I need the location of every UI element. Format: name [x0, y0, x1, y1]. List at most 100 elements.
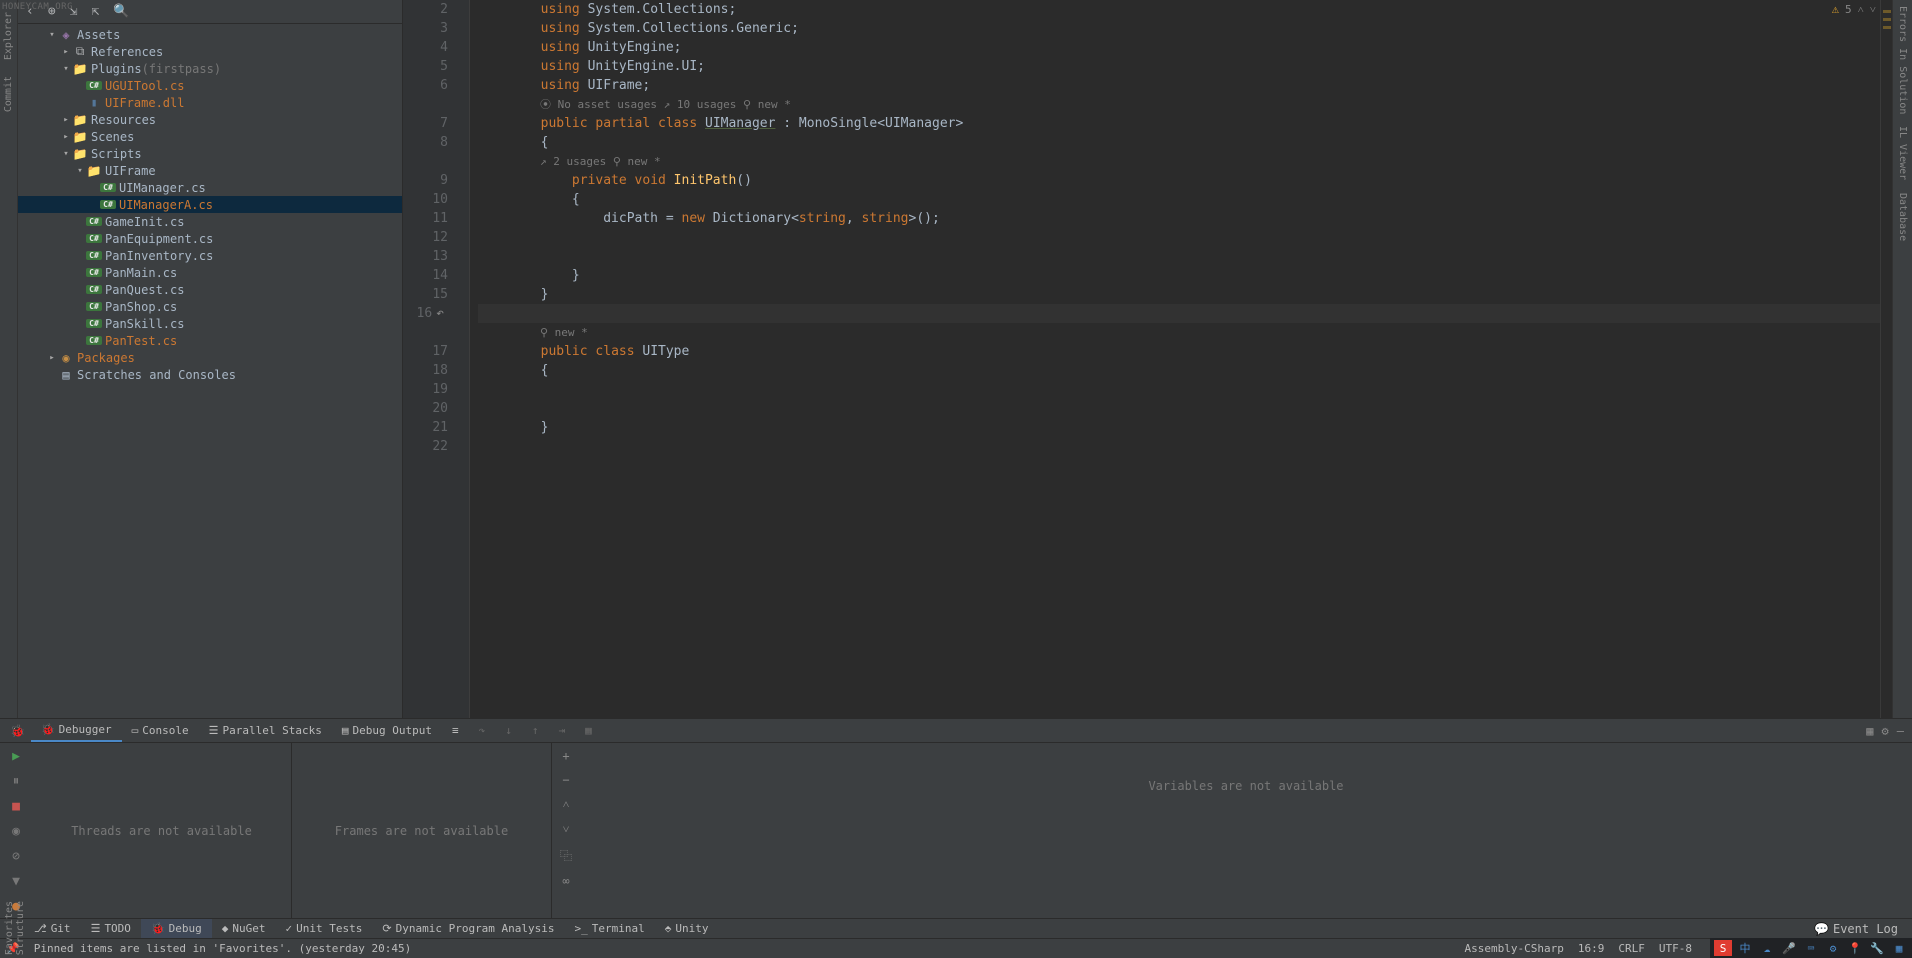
code-line[interactable]: { — [478, 190, 1880, 209]
stop-icon[interactable]: ■ — [12, 799, 20, 814]
tree-item[interactable]: ▸C#PanShop.cs — [18, 298, 402, 315]
rail-commit[interactable]: Commit — [3, 76, 14, 112]
tree-item[interactable]: ▸C#GameInit.cs — [18, 213, 402, 230]
tree-item[interactable]: ▾📁UIFrame — [18, 162, 402, 179]
rail-database[interactable]: Database — [1897, 193, 1908, 241]
tray-icon-gear[interactable]: ⚙ — [1824, 940, 1842, 956]
tree-item[interactable]: ▸C#PanMain.cs — [18, 264, 402, 281]
tray-icon-mic[interactable]: 🎤 — [1780, 940, 1798, 956]
tree-item[interactable]: ▸C#PanInventory.cs — [18, 247, 402, 264]
code-hint[interactable]: ↗ 2 usages ⚲ new * — [478, 152, 1880, 171]
step-over-icon[interactable]: ↷ — [469, 719, 496, 742]
step-out-icon[interactable]: ↑ — [522, 719, 549, 742]
step-into-icon[interactable]: ↓ — [495, 719, 522, 742]
remove-icon[interactable]: − — [562, 773, 569, 787]
toolwindow-button[interactable]: ✓Unit Tests — [276, 919, 373, 938]
tree-item[interactable]: ▾📁Scripts — [18, 145, 402, 162]
expand-icon[interactable]: ⇱ — [91, 4, 99, 19]
toolwindow-button[interactable]: ⎇Git — [24, 919, 81, 938]
toolwindow-button[interactable]: ☰TODO — [81, 919, 141, 938]
code-line[interactable]: using System.Collections; — [478, 0, 1880, 19]
status-position[interactable]: 16:9 — [1578, 942, 1605, 955]
mute-breakpoints-icon[interactable]: ⊘ — [12, 849, 20, 864]
tray-icon-pin[interactable]: 📍 — [1846, 940, 1864, 956]
tree-item[interactable]: ▸▮UIFrame.dll — [18, 94, 402, 111]
code-hint[interactable]: ⦿ No asset usages ↗ 10 usages ⚲ new * — [478, 95, 1880, 114]
tree-item[interactable]: ▸⧉References — [18, 43, 402, 60]
tree-arrow-icon[interactable]: ▾ — [74, 166, 86, 176]
code-line[interactable]: private void InitPath() — [478, 171, 1880, 190]
link-icon[interactable]: ∞ — [562, 874, 569, 888]
tray-icon-s[interactable]: S — [1714, 940, 1732, 956]
tree-item[interactable]: ▸▤Scratches and Consoles — [18, 366, 402, 383]
code-line[interactable]: } — [478, 266, 1880, 285]
debug-tab[interactable]: ☰Parallel Stacks — [199, 719, 332, 742]
code-line[interactable]: using UnityEngine.UI; — [478, 57, 1880, 76]
status-lineending[interactable]: CRLF — [1618, 942, 1645, 955]
tree-item[interactable]: ▸C#UIManager.cs — [18, 179, 402, 196]
code-area[interactable]: ⚠ 5 ˄ ˅ using System.Collections; using … — [470, 0, 1880, 718]
rail-explorer[interactable]: Explorer — [3, 12, 14, 60]
code-line[interactable]: dicPath = new Dictionary<string, string>… — [478, 209, 1880, 228]
code-line[interactable]: public class UIType — [478, 342, 1880, 361]
tray-icon-grid[interactable]: ▦ — [1890, 940, 1908, 956]
tree-item[interactable]: ▸C#PanEquipment.cs — [18, 230, 402, 247]
code-hint[interactable]: ⚲ new * — [478, 323, 1880, 342]
code-line[interactable]: } — [478, 418, 1880, 437]
toolwindow-button[interactable]: ⬘Unity — [655, 919, 719, 938]
fold-bar[interactable] — [458, 0, 470, 718]
toolwindow-button[interactable]: ⟳Dynamic Program Analysis — [372, 919, 564, 938]
code-editor[interactable]: 2345678910111213141516↶171819202122 ⚠ 5 … — [403, 0, 1892, 718]
run-to-cursor-icon[interactable]: ⇥ — [548, 719, 575, 742]
debug-tab[interactable]: 🐞Debugger — [31, 719, 122, 742]
code-line[interactable]: using System.Collections.Generic; — [478, 19, 1880, 38]
minimize-icon[interactable]: — — [1897, 724, 1904, 738]
view-breakpoints-icon[interactable]: ◉ — [12, 824, 20, 839]
tray-icon-cloud[interactable]: ☁ — [1758, 940, 1776, 956]
gear-icon[interactable]: ⚙ — [1882, 724, 1889, 738]
code-line[interactable]: public partial class UIManager : MonoSin… — [478, 114, 1880, 133]
tree-arrow-icon[interactable]: ▾ — [60, 64, 72, 74]
tree-item[interactable]: ▸📁Scenes — [18, 128, 402, 145]
evaluate-icon[interactable]: ▦ — [575, 719, 602, 742]
tree-item[interactable]: ▸C#PanTest.cs — [18, 332, 402, 349]
tree-item[interactable]: ▾◈Assets — [18, 26, 402, 43]
project-tree[interactable]: ▾◈Assets▸⧉References▾📁Plugins (firstpass… — [18, 24, 402, 718]
toolwindow-button[interactable]: ◆NuGet — [212, 919, 276, 938]
event-log-button[interactable]: 💬 Event Log — [1814, 922, 1906, 936]
code-line[interactable]: } — [478, 285, 1880, 304]
code-line[interactable] — [478, 228, 1880, 247]
code-line[interactable]: { — [478, 133, 1880, 152]
tree-arrow-icon[interactable]: ▸ — [60, 115, 72, 125]
toolwindow-button[interactable]: 🐞Debug — [141, 919, 212, 938]
status-encoding[interactable]: UTF-8 — [1659, 942, 1692, 955]
copy-icon[interactable]: ⿻ — [560, 847, 572, 864]
code-line[interactable] — [478, 399, 1880, 418]
tree-item[interactable]: ▸C#UGUITool.cs — [18, 77, 402, 94]
code-line[interactable]: using UIFrame; — [478, 76, 1880, 95]
tree-arrow-icon[interactable]: ▾ — [60, 149, 72, 159]
debug-tab[interactable]: ▤Debug Output — [332, 719, 442, 742]
chevron-up-icon[interactable]: ˄ — [1858, 3, 1864, 16]
tree-arrow-icon[interactable]: ▸ — [60, 47, 72, 57]
tree-arrow-icon[interactable]: ▸ — [46, 353, 58, 363]
rail-errors[interactable]: Errors In Solution — [1897, 6, 1908, 114]
chevron-down-icon[interactable]: ˅ — [1870, 3, 1876, 16]
tree-item[interactable]: ▸📁Resources — [18, 111, 402, 128]
code-line[interactable] — [478, 380, 1880, 399]
tray-icon-tool[interactable]: 🔧 — [1868, 940, 1886, 956]
debug-tab[interactable]: ▭Console — [122, 719, 199, 742]
settings-icon[interactable]: ≡ — [442, 719, 469, 742]
tree-item[interactable]: ▸◉Packages — [18, 349, 402, 366]
tree-arrow-icon[interactable]: ▸ — [60, 132, 72, 142]
layout-filter-icon[interactable]: ▼ — [12, 874, 20, 889]
code-line[interactable]: { — [478, 361, 1880, 380]
tree-arrow-icon[interactable]: ▾ — [46, 30, 58, 40]
down-icon[interactable]: ˅ — [563, 822, 570, 837]
pause-icon[interactable]: ⏸ — [13, 774, 20, 789]
layout-icon[interactable]: ▦ — [1866, 724, 1873, 738]
tray-icon-ime[interactable]: 中 — [1736, 940, 1754, 956]
tree-item[interactable]: ▸C#PanQuest.cs — [18, 281, 402, 298]
add-icon[interactable]: + — [562, 749, 569, 763]
tree-item[interactable]: ▸C#PanSkill.cs — [18, 315, 402, 332]
